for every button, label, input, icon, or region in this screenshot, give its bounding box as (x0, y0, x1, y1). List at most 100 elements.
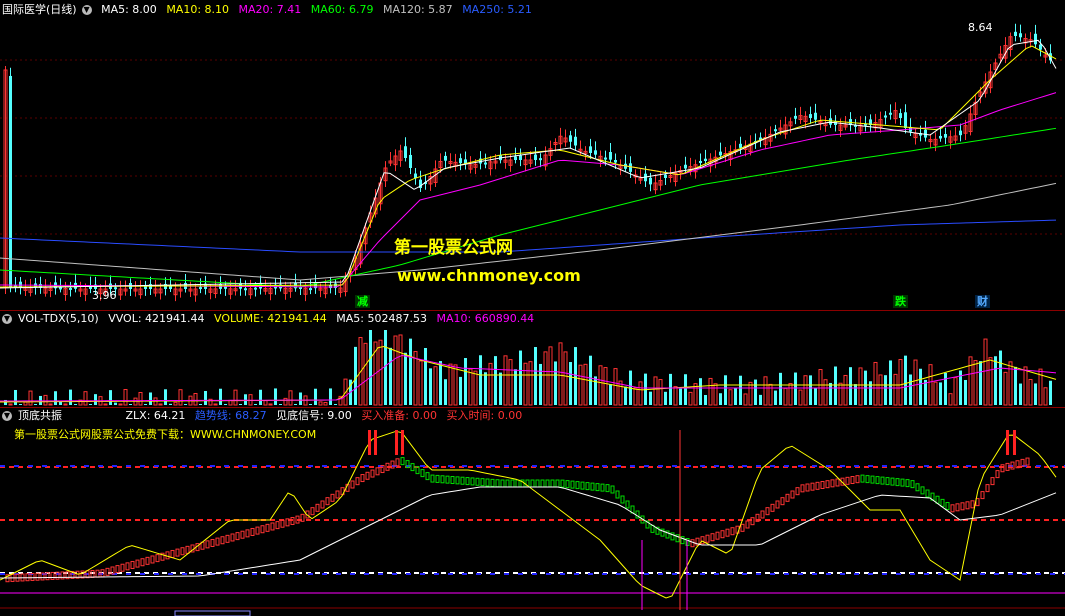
ma120-label: MA120: 5.87 (382, 3, 453, 16)
volume-bar (724, 375, 727, 405)
oscillator-bar (550, 479, 555, 488)
collapse-icon[interactable]: ▼ (2, 411, 12, 421)
volume-title: VOL-TDX(5,10) (18, 312, 99, 325)
oscillator-bar (725, 528, 730, 537)
oscillator-bar (815, 481, 820, 490)
volume-bar (138, 391, 143, 406)
event-tag-1[interactable]: 减 (355, 295, 370, 308)
volume-bar (184, 404, 187, 405)
volume-bar (528, 361, 533, 406)
volume-bar (543, 351, 548, 406)
oscillator-bar (890, 477, 895, 486)
oscillator-bar (545, 479, 550, 488)
volume-bar (829, 382, 832, 405)
volume-bar (669, 373, 672, 405)
oscillator-bar (115, 565, 120, 574)
volume-bar (389, 347, 392, 405)
oscillator-bar (255, 526, 260, 535)
volume-bar (939, 382, 942, 405)
volume-bar (884, 375, 887, 405)
candle-body (409, 154, 412, 168)
volume-bar (314, 388, 317, 405)
oscillator-bar (185, 545, 190, 554)
pane-divider (0, 407, 1065, 408)
volume-bar (28, 390, 33, 406)
candle-body (519, 155, 522, 160)
volume-bar (473, 370, 478, 406)
volume-bar (788, 382, 793, 406)
watermark-url: www.chnmoney.com (397, 266, 581, 285)
oscillator-bar (360, 474, 365, 483)
volume-bar (8, 403, 13, 406)
candle-body (604, 157, 607, 160)
volume-bar (713, 383, 718, 406)
oscillator-bar (330, 493, 335, 502)
candle-body (9, 75, 12, 288)
volume-bar (944, 372, 947, 405)
oscillator-bar (590, 482, 595, 491)
volume-bar (294, 404, 297, 405)
oscillator-bar (105, 567, 110, 576)
oscillator-bar (280, 519, 285, 528)
candle-body (309, 288, 312, 291)
collapse-icon[interactable]: ▼ (81, 5, 92, 15)
collapse-icon[interactable]: ▼ (2, 314, 12, 324)
event-tag-2[interactable]: 跌 (893, 295, 908, 308)
oscillator-bar (410, 463, 415, 472)
volume-bar (114, 402, 117, 405)
volume-bar (684, 374, 687, 405)
volume-bar (309, 404, 312, 405)
volume-bar (968, 356, 973, 406)
volume-bar (83, 391, 88, 406)
oscillator-bar (510, 479, 515, 488)
event-tag-3[interactable]: 财 (975, 295, 990, 308)
oscillator-bar (605, 484, 610, 493)
volume-bar (873, 361, 878, 406)
volume-bar (393, 335, 398, 406)
volume-bar (988, 357, 993, 406)
trend-curve (0, 486, 1057, 579)
oscillator-bar (595, 483, 600, 492)
oscillator-bar (240, 530, 245, 539)
oscillator-bar (800, 484, 805, 493)
candle-body (459, 158, 462, 164)
volume-bar (964, 379, 967, 405)
oscillator-bar (530, 479, 535, 488)
volume-bar (688, 391, 693, 406)
ma10-line (0, 45, 1057, 288)
volume-bar (754, 379, 757, 405)
oscillator-bar (995, 470, 1000, 479)
volume-bar (418, 360, 423, 406)
candle-body (254, 287, 257, 290)
volume-bar (603, 367, 608, 406)
indicator-header: ▼ 顶底共振 ZLX: 64.21 趋势线: 68.27 见底信号: 9.00 买… (2, 409, 528, 423)
volume-bar (1023, 366, 1028, 406)
oscillator-bar (625, 500, 630, 509)
oscillator-bar (500, 479, 505, 488)
oscillator-bar (780, 497, 785, 506)
volume-bar (999, 350, 1002, 405)
oscillator-bar (810, 482, 815, 491)
volume-bar (433, 366, 438, 406)
volume-bar (508, 359, 513, 406)
oscillator-bar (320, 500, 325, 509)
candle-body (1019, 33, 1022, 38)
volume-bar (554, 361, 557, 405)
volume-bar (318, 401, 323, 406)
volume-bar (334, 404, 337, 405)
chart-canvas[interactable] (0, 0, 1065, 616)
oscillator-bar (505, 479, 510, 488)
volume-bar (673, 386, 678, 406)
oscillator-bar (470, 477, 475, 486)
volume-bar (43, 394, 48, 406)
oscillator-bar (940, 498, 945, 507)
oscillator-bar (165, 551, 170, 560)
volume-bar (574, 347, 577, 405)
volume-bar (69, 389, 72, 405)
volume-bar (563, 351, 568, 406)
oscillator-bar (245, 529, 250, 538)
bottom-signal-label: 见底信号: 9.00 (276, 409, 352, 422)
volume-bar (569, 362, 572, 405)
oscillator-bar (170, 549, 175, 558)
volume-bar (779, 372, 782, 405)
